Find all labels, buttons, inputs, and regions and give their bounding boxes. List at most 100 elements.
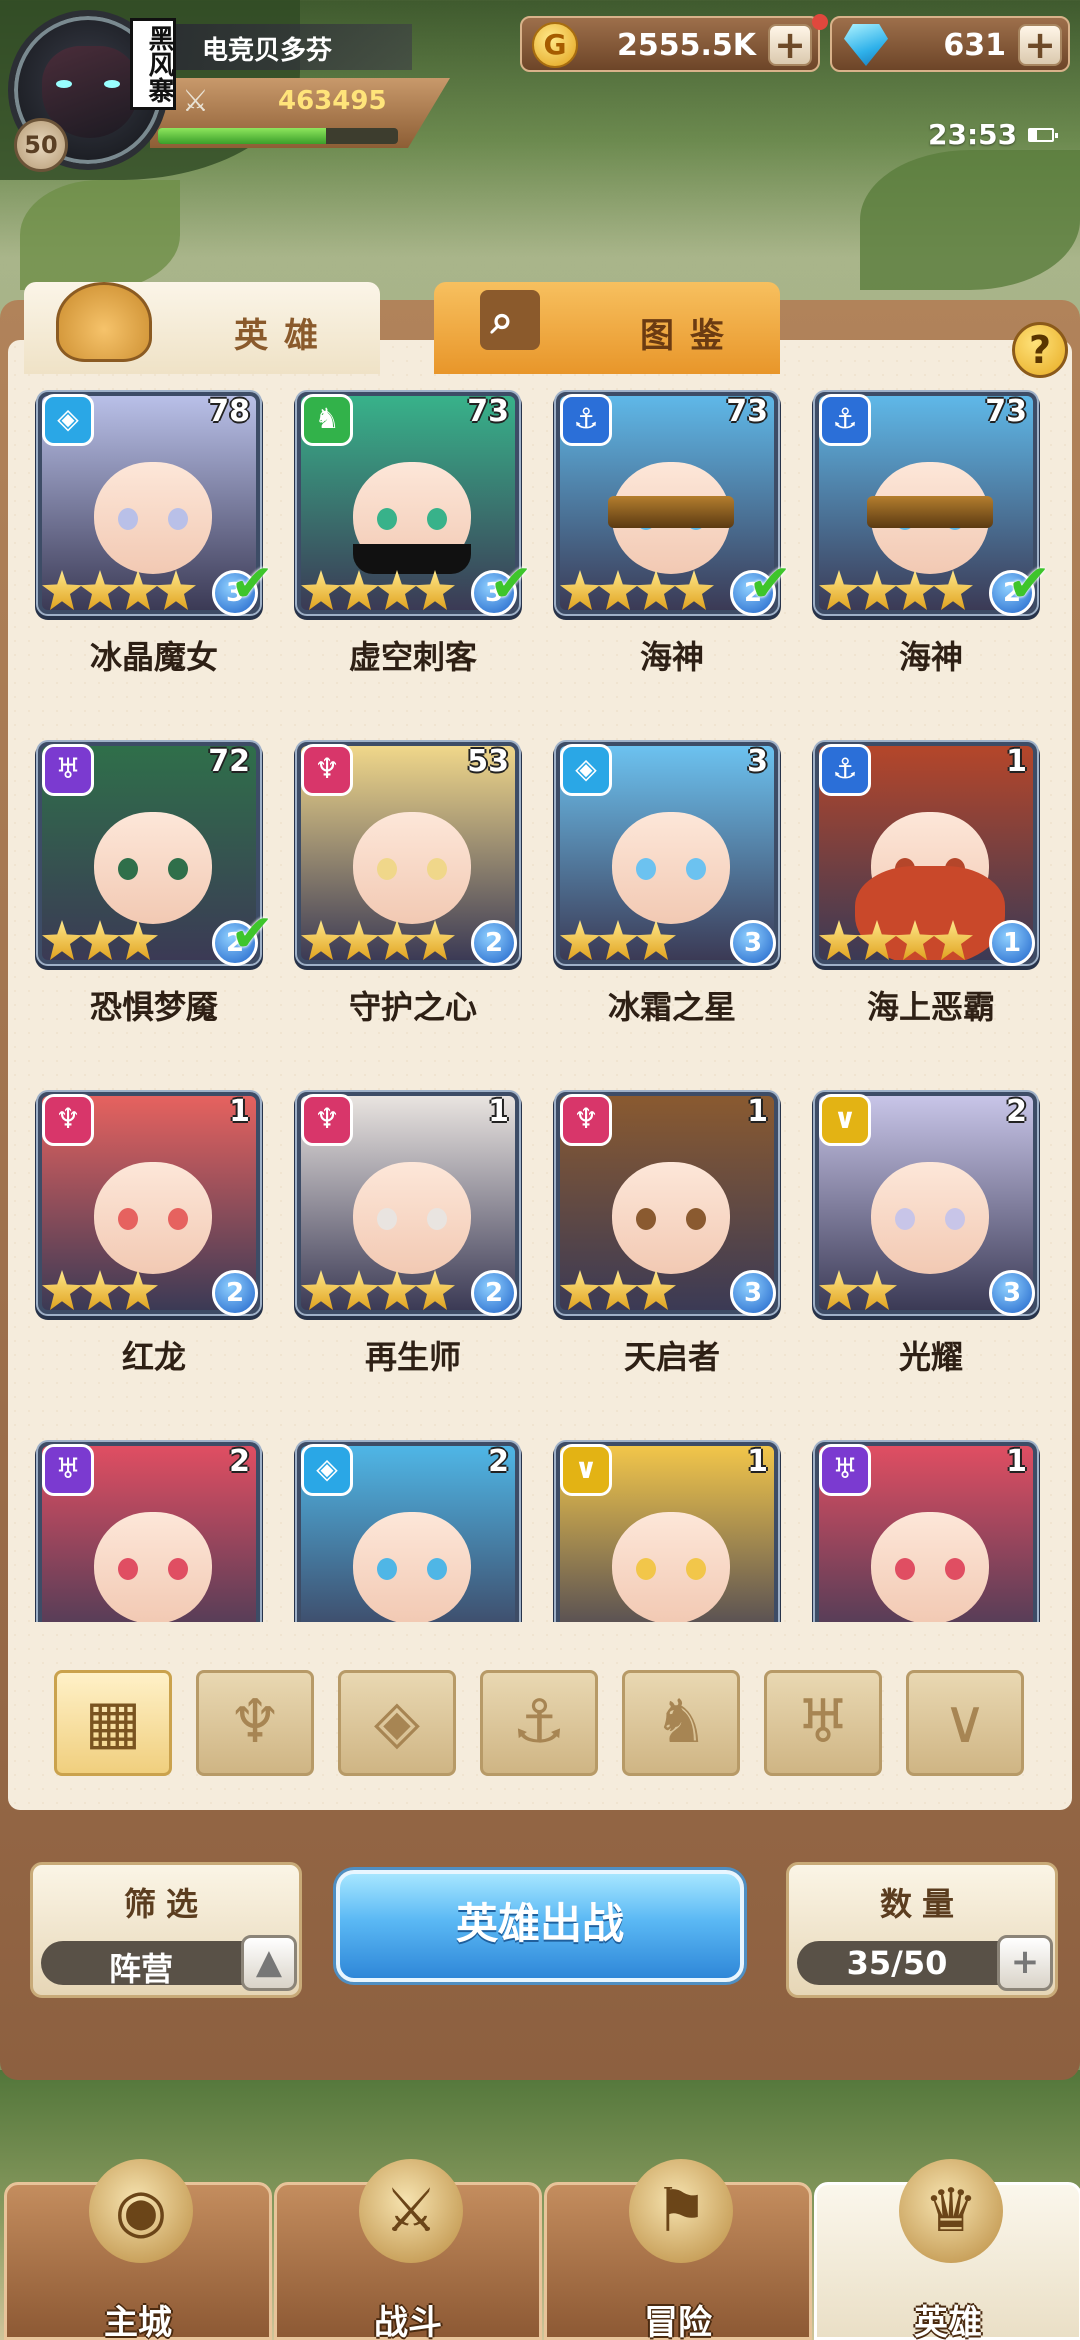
hero-grade-badge: 2 (212, 1270, 258, 1316)
hero-name: 恐惧梦魇 (89, 988, 218, 1026)
star-icon (819, 1270, 859, 1310)
hero-level: 72 (208, 744, 250, 779)
diamond-icon (844, 24, 888, 66)
hero-card[interactable]: ♅ 72 2 ✔ 恐惧梦魇 (24, 736, 284, 1066)
count-title: 数量 (879, 1885, 964, 1923)
star-icon (819, 570, 859, 610)
filter-dropdown[interactable]: 阵营 ▲ (41, 1935, 297, 1991)
hero-card[interactable]: ◈ 2 (283, 1436, 543, 1622)
battle-icon: ⚔ (359, 2159, 463, 2263)
hero-card[interactable]: ⚓ 1 1 海上恶霸 (801, 736, 1056, 1066)
beast-faction-filter-tab[interactable]: ♞ (622, 1670, 740, 1776)
hero-grade-badge: 3 (989, 1270, 1035, 1316)
hero-card[interactable]: ◈ 3 3 冰霜之星 (542, 736, 802, 1066)
hero-level: 1 (747, 1444, 768, 1479)
star-icon (857, 1270, 897, 1310)
light-faction-icon: ∨ (943, 1687, 987, 1757)
nav-main-city[interactable]: ◉ 主城 (4, 2159, 272, 2340)
hero-card[interactable]: ♞ 73 3 ✔ 虚空刺客 (283, 386, 543, 716)
demon-faction-icon: ♅ (42, 1444, 94, 1496)
star-icon (339, 570, 379, 610)
hero-card[interactable]: ♆ 53 2 守护之心 (283, 736, 543, 1066)
star-icon (560, 920, 600, 960)
star-icon (156, 570, 196, 610)
tab-heroes[interactable]: 英雄 (24, 282, 380, 374)
hero-count: 35/50 + (797, 1935, 1053, 1991)
nav-label: 冒险 (644, 2303, 712, 2340)
hero-name: 光耀 (898, 1338, 963, 1376)
hero-stars (301, 570, 455, 610)
clock: 23:53 (928, 118, 1018, 151)
star-icon (636, 570, 676, 610)
gold-counter: G 2555.5K + (520, 16, 820, 72)
player-name: 电竞贝多芬 (150, 24, 412, 70)
anchor-faction-icon: ⚓ (819, 744, 871, 796)
demon-faction-icon: ♅ (819, 1444, 871, 1496)
notification-dot (812, 14, 828, 30)
star-icon (301, 920, 341, 960)
hero-grade-badge: 3 (730, 920, 776, 966)
fire-faction-icon: ♆ (301, 1094, 353, 1146)
water-faction-icon: ◈ (373, 1687, 421, 1757)
chevron-up-icon[interactable]: ▲ (241, 1935, 297, 1991)
light-faction-filter-tab[interactable]: ∨ (906, 1670, 1024, 1776)
hero-name: 红龙 (121, 1338, 186, 1376)
deploy-heroes-button[interactable]: 英雄出战 (336, 1870, 744, 1982)
star-icon (80, 570, 120, 610)
hero-card[interactable]: ♆ 1 3 天启者 (542, 1086, 802, 1416)
nav-hero[interactable]: ♛ 英雄 (814, 2159, 1080, 2340)
hero-card[interactable]: ⚓ 73 2 ✔ 海神 (542, 386, 802, 716)
hero-card[interactable]: ◈ 78 3 ✔ 冰晶魔女 (24, 386, 284, 716)
adventure-icon: ⚑ (629, 2159, 733, 2263)
star-icon (933, 570, 973, 610)
hero-level: 2 (1006, 1094, 1027, 1129)
exp-bar (158, 128, 398, 144)
hero-card[interactable]: ♆ 1 2 红龙 (24, 1086, 284, 1416)
star-icon (857, 570, 897, 610)
hero-grid: ◈ 78 3 ✔ 冰晶魔女 ♞ 73 3 ✔ 虚空刺客 ⚓ 73 2 ✔ 海神 ⚓ 73 2 ✔ 海神 ♅ 72 2 ✔ 恐惧梦… (24, 386, 1056, 1622)
hero-stars (42, 1270, 158, 1310)
water-faction-icon: ◈ (560, 744, 612, 796)
hero-level: 1 (1006, 744, 1027, 779)
fire-faction-filter-tab[interactable]: ♆ (196, 1670, 314, 1776)
star-icon (560, 570, 600, 610)
hero-card[interactable]: ♅ 1 (801, 1436, 1056, 1622)
hero-card[interactable]: ⚓ 73 2 ✔ 海神 (801, 386, 1056, 716)
helmet-icon (56, 282, 152, 362)
tab-codex[interactable]: ⌕ 图鉴 (434, 282, 780, 374)
add-gold-button[interactable]: + (768, 24, 812, 66)
gold-value: 2555.5K (616, 28, 756, 63)
star-icon (598, 920, 638, 960)
star-icon (560, 1270, 600, 1310)
anchor-faction-icon: ⚓ (819, 394, 871, 446)
nav-battle[interactable]: ⚔ 战斗 (274, 2159, 542, 2340)
foliage-decoration (860, 150, 1080, 290)
help-button[interactable]: ? (1012, 322, 1068, 378)
expand-capacity-button[interactable]: + (997, 1935, 1053, 1991)
star-icon (674, 570, 714, 610)
star-icon (42, 570, 82, 610)
fire-faction-icon: ♆ (560, 1094, 612, 1146)
star-icon (301, 1270, 341, 1310)
light-faction-icon: ∨ (560, 1444, 612, 1496)
hero-name: 守护之心 (348, 988, 477, 1026)
hero-stars (42, 570, 196, 610)
hero-level: 73 (467, 394, 509, 429)
hero-card[interactable]: ♆ 1 2 再生师 (283, 1086, 543, 1416)
hero-stars (560, 1270, 676, 1310)
hero-grade-badge: 2 (471, 920, 517, 966)
demon-faction-filter-tab[interactable]: ♅ (764, 1670, 882, 1776)
all-grid-filter-tab[interactable]: ▦ (54, 1670, 172, 1776)
hero-card[interactable]: ∨ 2 3 光耀 (801, 1086, 1056, 1416)
water-faction-filter-tab[interactable]: ◈ (338, 1670, 456, 1776)
hero-card[interactable]: ♅ 2 (24, 1436, 284, 1622)
hero-name: 冰霜之星 (607, 988, 736, 1026)
nav-label: 主城 (104, 2303, 172, 2340)
add-gems-button[interactable]: + (1018, 24, 1062, 66)
star-icon (339, 920, 379, 960)
nav-adventure[interactable]: ⚑ 冒险 (544, 2159, 812, 2340)
star-icon (377, 1270, 417, 1310)
hero-card[interactable]: ∨ 1 (542, 1436, 802, 1622)
nav-label: 英雄 (914, 2303, 982, 2340)
anchor-faction-filter-tab[interactable]: ⚓ (480, 1670, 598, 1776)
